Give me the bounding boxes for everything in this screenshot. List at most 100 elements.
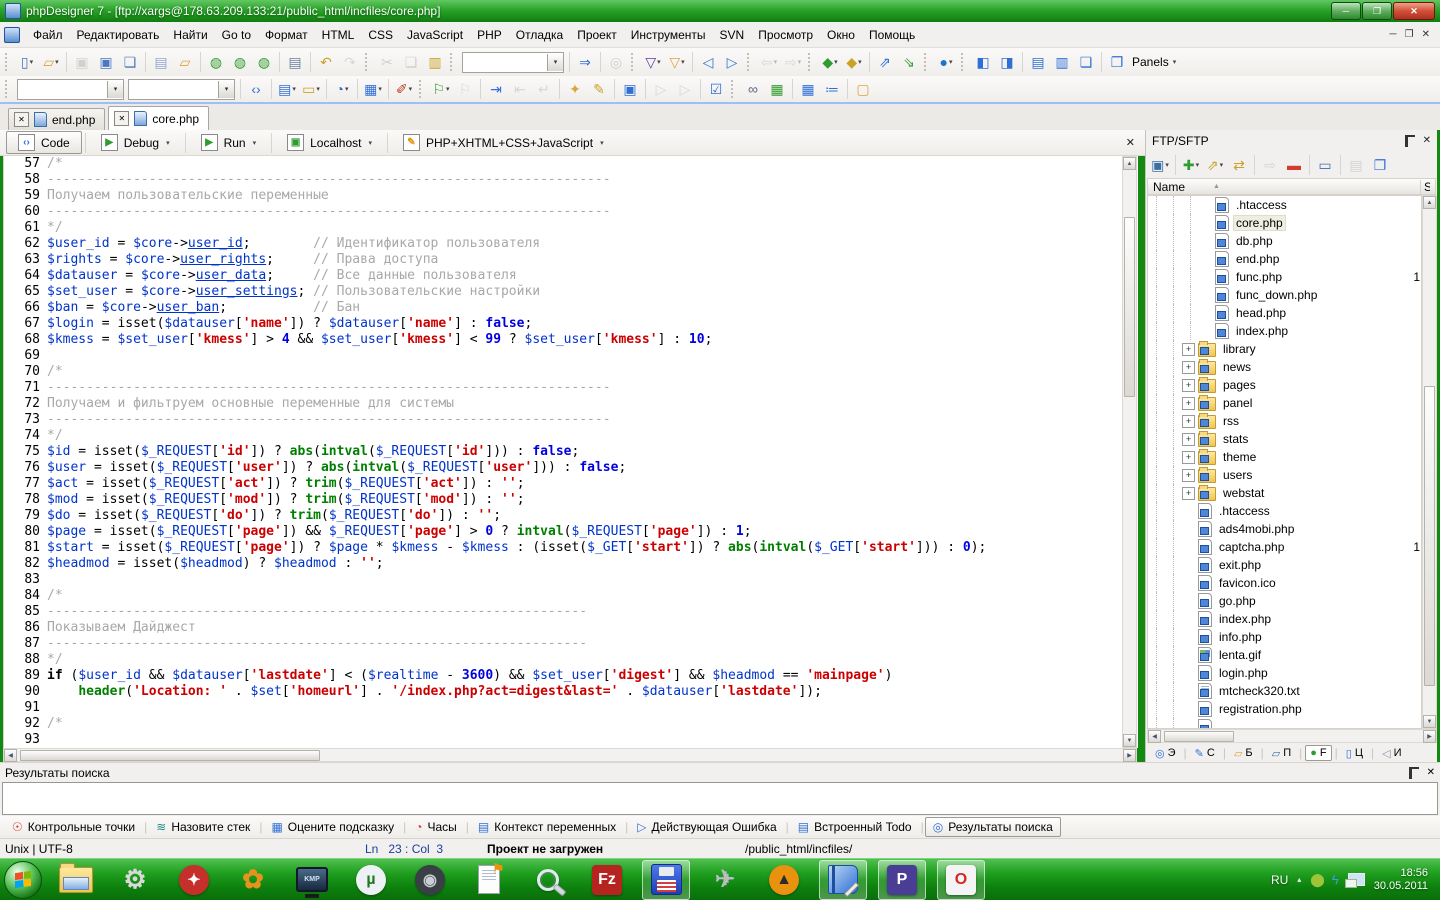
taskbar-explorer[interactable] [52,860,100,900]
open-file-icon[interactable]: ▱▾ [39,51,63,73]
ftp-file-ads4mobi.php[interactable]: ads4mobi.php [1148,520,1421,538]
code-view-button[interactable]: ‹›Code [6,131,82,154]
filter-script-icon[interactable]: ▽▾ [641,51,665,73]
ftp-file-lenta.gif[interactable]: lenta.gif [1148,646,1421,664]
copy-document-icon[interactable]: ▤ [149,51,173,73]
add-browser-icon[interactable]: ◍ [252,51,276,73]
run-button[interactable]: ▶Run▾ [189,131,269,154]
menu-item-6[interactable]: CSS [361,24,400,46]
split-horizontal-icon[interactable]: ▤ [1026,51,1050,73]
panel-tab-library[interactable]: ▱Б [1229,745,1258,762]
ftp-file-db.php[interactable]: db.php [1148,232,1421,250]
tab-close-icon[interactable]: ✕ [114,111,129,126]
expand-icon[interactable]: + [1182,433,1195,446]
ftp-file-go.php[interactable]: go.php [1148,592,1421,610]
maximize-button[interactable]: ❐ [1362,2,1392,20]
clock[interactable]: 18:56 30.05.2011 [1374,867,1428,893]
menu-item-9[interactable]: Отладка [509,24,570,46]
validate-icon[interactable]: ⚐▾ [429,78,453,100]
taskbar-p-app[interactable]: P [878,860,926,900]
taskbar-kmplayer[interactable]: KMP [288,860,336,900]
scroll-down-icon[interactable]: ▼ [1123,734,1136,747]
bookmark-find-icon[interactable]: ◆▾ [842,51,866,73]
table-icon[interactable]: ▦ [796,78,820,100]
close-button[interactable]: ✕ [1393,2,1435,20]
ftp-connect-icon[interactable]: ▣▾ [1148,154,1172,176]
taskbar-total-commander[interactable] [642,860,690,900]
ftp-folder-stats[interactable]: +stats [1148,430,1421,448]
save-all-icon[interactable]: ❏ [118,51,142,73]
brush-icon[interactable]: ✐▾ [392,78,416,100]
scrollbar-thumb[interactable] [1164,731,1234,742]
panel-tab-explorer[interactable]: ◎Э [1150,745,1181,762]
ftp-transfer-icon[interactable]: ⇄ [1227,154,1251,176]
taskbar-opera[interactable]: O [937,860,985,900]
start-button[interactable] [4,861,42,899]
expand-icon[interactable]: + [1182,343,1195,356]
menu-item-0[interactable]: Файл [26,24,70,46]
sync-download-icon[interactable]: ⇘ [897,51,921,73]
ftp-folder-theme[interactable]: +theme [1148,448,1421,466]
tab-watches[interactable]: ◔Часы [407,817,465,837]
taskbar-filezilla[interactable]: Fz [583,860,631,900]
tab-end.php[interactable]: ✕end.php [8,108,105,130]
spellcheck-icon[interactable]: ☑ [704,78,728,100]
menu-item-5[interactable]: HTML [315,24,362,46]
ftp-name-column[interactable]: Name [1153,180,1185,194]
split-vertical-icon[interactable]: ▥ [1050,51,1074,73]
paste-icon[interactable]: ▥ [423,51,447,73]
highlight-pen-icon[interactable]: ✎ [587,78,611,100]
minimize-button[interactable]: ─ [1331,2,1361,20]
mdi-close-button[interactable]: ✕ [1422,29,1430,40]
menu-item-11[interactable]: Инструменты [624,24,713,46]
panel-tab-project[interactable]: ▱П [1267,745,1296,762]
ftp-file-func_down.php[interactable]: func_down.php [1148,286,1421,304]
network-icon[interactable] [1348,873,1365,886]
ftp-file-registration.php[interactable]: registration.php [1148,700,1421,718]
taskbar-notes[interactable] [465,860,513,900]
chevron-down-icon[interactable]: ▾ [600,139,604,147]
mdi-restore-button[interactable]: ❐ [1405,29,1414,40]
scroll-left-icon[interactable]: ◀ [1148,730,1161,743]
ftp-folder-panel[interactable]: +panel [1148,394,1421,412]
tab-core.php[interactable]: ✕core.php [108,106,209,130]
ftp-vertical-scrollbar[interactable]: ▲▼ [1422,195,1437,729]
indent-icon[interactable]: ⇥ [484,78,508,100]
open-in-browser-icon[interactable]: ◍ [204,51,228,73]
language-indicator[interactable]: RU [1271,873,1288,887]
syntax-mode-button[interactable]: ✎PHP+XHTML+CSS+JavaScript▾ [391,131,616,154]
time-icon[interactable]: ◔▾ [330,78,354,100]
ftp-size-column[interactable]: S [1420,180,1430,194]
expand-icon[interactable]: + [1182,397,1195,410]
localhost-button[interactable]: ▣Localhost▾ [275,131,384,154]
pin-icon[interactable] [1409,767,1419,779]
ftp-column-header[interactable]: Name ▲ S [1147,178,1436,195]
cascade-windows-icon[interactable]: ❏ [1074,51,1098,73]
menu-item-1[interactable]: Редактировать [70,24,167,46]
tab-close-icon[interactable]: ✕ [14,112,29,127]
chevron-down-icon[interactable]: ▾ [368,139,372,147]
code-editor[interactable]: 57/*58----------------------------------… [3,156,1138,748]
tab-current-error[interactable]: ▷Действующая Ошибка [629,817,784,837]
menu-item-8[interactable]: PHP [470,24,509,46]
form-dialog-icon[interactable]: ▤▾ [275,78,299,100]
expand-icon[interactable]: + [1182,361,1195,374]
ftp-file-login.php[interactable]: login.php [1148,664,1421,682]
editor-vertical-scrollbar[interactable]: ▲▼ [1122,156,1137,748]
ftp-file-exit.php[interactable]: exit.php [1148,556,1421,574]
panel-tab-history[interactable]: ◁И [1377,745,1406,762]
ruler-icon[interactable]: ▭▾ [299,78,323,100]
scroll-down-icon[interactable]: ▼ [1423,715,1436,728]
taskbar-butterfly[interactable]: ✿ [229,860,277,900]
undo-icon[interactable]: ↶ [314,51,338,73]
new-file-icon[interactable]: ▯▾ [15,51,39,73]
taskbar-bird[interactable]: ✈ [701,860,749,900]
ftp-folder-news[interactable]: +news [1148,358,1421,376]
ftp-file-.htaccess[interactable]: .htaccess [1148,196,1421,214]
ftp-view-icon[interactable]: ❐ [1368,154,1392,176]
scrollbar-thumb[interactable] [1424,386,1435,686]
div-icon[interactable]: ▢ [851,78,875,100]
chevron-down-icon[interactable]: ▾ [107,81,123,98]
filter-prev-icon[interactable]: ◁ [696,51,720,73]
menu-item-13[interactable]: Просмотр [751,24,820,46]
